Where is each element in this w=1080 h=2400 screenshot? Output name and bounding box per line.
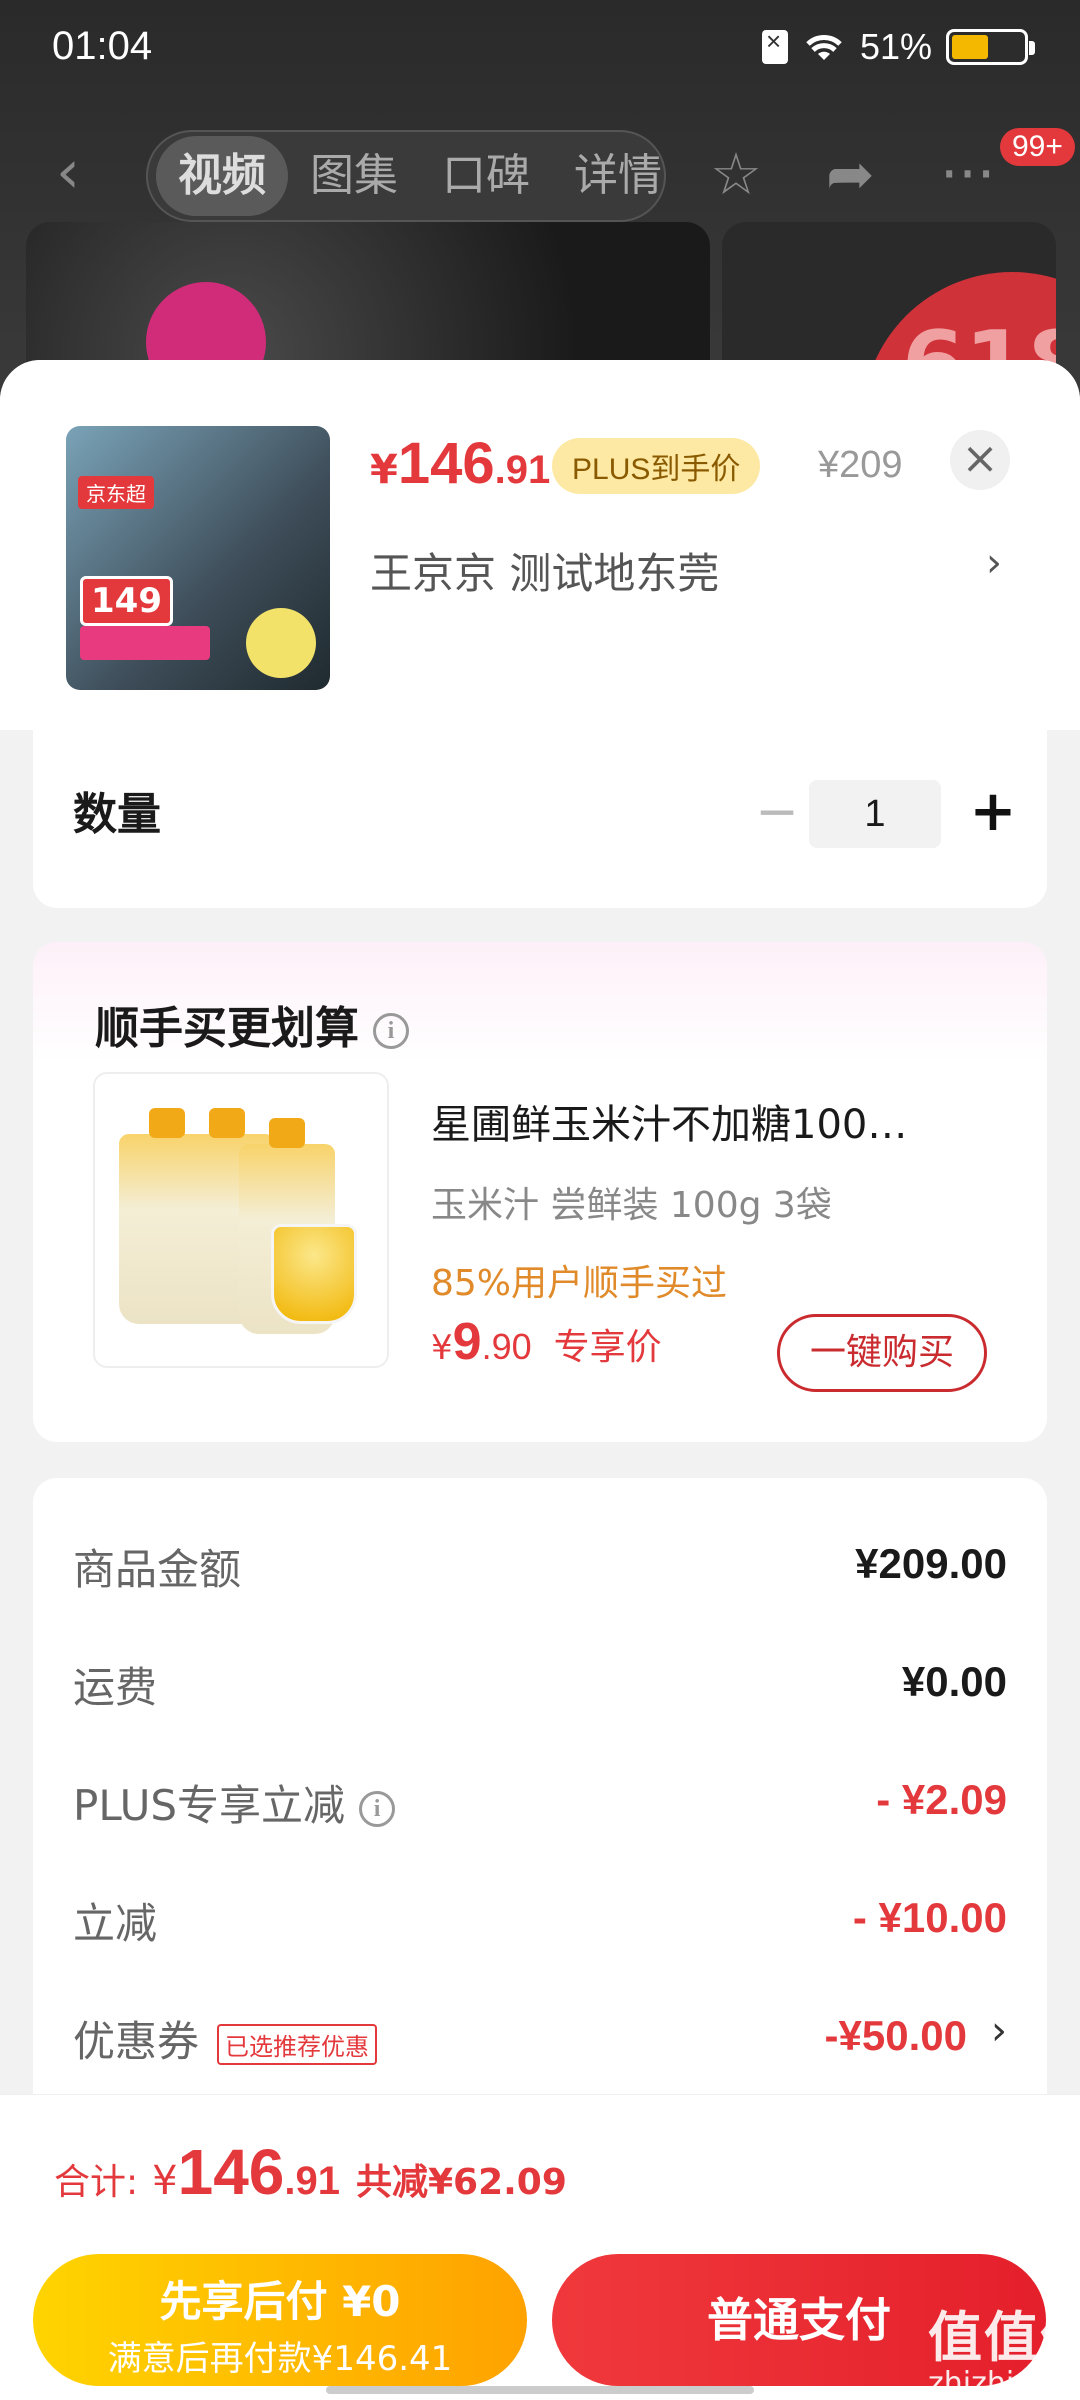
no-sim-icon [761,26,788,64]
product-tabs: 视频 图集 口碑 详情 [146,130,666,222]
delivery-address[interactable]: 王京京 测试地东莞 [370,540,719,601]
product-thumbnail: 京东超 149 [66,426,330,690]
chevron-right-icon[interactable]: › [991,2008,1007,2054]
recommend-card: 顺手买更划算 i 星圃鲜玉米汁不加糖100… 玉米汁 尝鲜装 100g 3袋 85… [33,942,1047,1442]
thumb-lemon [246,608,316,678]
watermark-url: zhizhizhi.com [928,2366,1080,2400]
purchase-sheet: 京东超 149 ¥ 146 .91 PLUS到手价 ¥209 × 王京京 测试地… [0,360,1080,2400]
summary-value: -¥50.00 [824,2012,967,2059]
watermark: 值值值 zhizhizhi.com [928,2310,1080,2400]
product-header: 京东超 149 ¥ 146 .91 PLUS到手价 ¥209 × 王京京 测试地… [0,360,1080,730]
quantity-input[interactable]: 1 [809,780,941,848]
recommend-price-integer: 9 [452,1313,482,1371]
original-price: ¥209 [818,444,903,486]
product-page-background: 01:04 51% ‹ 视频 图集 口碑 详情 ☆ ➦ ··· 99+ 618 [0,0,1080,442]
battery-icon [946,29,1035,65]
battery-percent: 51% [859,26,932,67]
summary-label: 运费 [73,1663,158,1712]
wifi-icon [806,35,842,60]
summary-value: - ¥10.00 [852,1894,1007,1941]
summary-row: 运费 ¥0.00 [73,1654,1007,1724]
total-integer: 146 [177,2136,285,2208]
summary-row: 商品金额 ¥209.00 [73,1536,1007,1606]
chevron-right-icon[interactable]: › [986,540,1002,586]
total-currency: ¥ [152,2158,178,2204]
recommend-price-currency: ¥ [431,1328,453,1368]
share-icon[interactable]: ➦ [826,144,875,204]
home-indicator[interactable] [326,2386,754,2394]
one-click-buy-button[interactable]: 一键购买 [777,1314,987,1392]
price-decimal: .91 [494,448,551,492]
coupon-recommended-tag: 已选推荐优惠 [217,2024,378,2065]
juice-glass-graphic [271,1224,357,1324]
quantity-plus-button[interactable]: + [963,780,1023,848]
more-icon[interactable]: ··· [940,144,995,204]
coupon-label-text: 优惠券 [73,2017,200,2066]
status-time: 01:04 [52,24,153,68]
recommend-price-tag: 专享价 [553,1327,662,1368]
thumb-strip [80,626,210,660]
status-bar: 01:04 51% [0,0,1080,100]
tab-gallery[interactable]: 图集 [288,136,420,216]
price-currency: ¥ [370,447,398,493]
price-integer: 146 [397,431,495,496]
favorite-star-icon[interactable]: ☆ [710,144,762,204]
coupon-row[interactable]: 优惠券 已选推荐优惠 -¥50.00 › [73,2008,1007,2078]
summary-label: PLUS专享立减 i [73,1772,396,1833]
total-label: 合计: [54,2162,139,2203]
close-button[interactable]: × [950,430,1010,490]
info-icon[interactable]: i [359,1790,396,1827]
recommend-price-decimal: .90 [481,1326,532,1367]
summary-label: 立减 [73,1899,158,1948]
recommend-name[interactable]: 星圃鲜玉米汁不加糖100… [431,1092,1011,1150]
tab-reviews[interactable]: 口碑 [420,136,552,216]
plus-price-tag: PLUS到手价 [552,438,761,494]
summary-label: 商品金额 [73,1545,242,1594]
total-bar: 合计: ¥ 146 .91 共减¥62.09 [0,2094,1080,2244]
summary-value: ¥209.00 [855,1540,1007,1587]
back-icon[interactable]: ‹ [56,142,104,202]
summary-value: - ¥2.09 [876,1776,1007,1823]
action-bar: 先享后付 ¥0 满意后再付款¥146.41 普通支付 [0,2240,1080,2400]
quantity-minus-button[interactable]: − [747,784,807,844]
product-navbar: ‹ 视频 图集 口碑 详情 ☆ ➦ ··· 99+ [0,126,1080,226]
summary-label-text: PLUS专享立减 [73,1781,346,1830]
summary-row: 立减 - ¥10.00 [73,1890,1007,1960]
quantity-card: 数量 − 1 + [33,730,1047,908]
message-badge: 99+ [1000,128,1075,166]
pay-later-subtitle: 满意后再付款¥146.41 [107,2339,453,2379]
watermark-logo: 值值值 [928,2306,1080,2369]
tab-details[interactable]: 详情 [552,136,664,216]
total-decimal: .91 [284,2159,340,2203]
recommend-title-text: 顺手买更划算 [95,1003,359,1054]
summary-label: 优惠券 已选推荐优惠 [73,2008,378,2069]
tab-video[interactable]: 视频 [156,136,288,216]
recommend-price: ¥ 9 .90 专享价 [431,1312,662,1372]
pay-later-button[interactable]: 先享后付 ¥0 满意后再付款¥146.41 [33,2254,527,2386]
thumb-price: 149 [80,576,173,626]
summary-row: PLUS专享立减 i - ¥2.09 [73,1772,1007,1842]
recommend-bought: 85%用户顺手买过 [431,1263,728,1304]
recommend-spec: 玉米汁 尝鲜装 100g 3袋 [431,1185,832,1226]
recommend-title: 顺手买更划算 i [95,992,409,1056]
recommend-thumbnail[interactable] [93,1072,389,1368]
quantity-label: 数量 [73,789,161,840]
summary-value: ¥0.00 [901,1658,1007,1705]
status-icons: 51% [761,26,1035,68]
thumb-logo: 京东超 [78,476,154,509]
order-total: 合计: ¥ 146 .91 共减¥62.09 [54,2135,567,2209]
product-price: ¥ 146 .91 [370,430,550,497]
total-saved: 共减¥62.09 [355,2162,567,2203]
pay-later-title: 先享后付 ¥0 [159,2277,401,2326]
info-icon[interactable]: i [373,1013,409,1049]
